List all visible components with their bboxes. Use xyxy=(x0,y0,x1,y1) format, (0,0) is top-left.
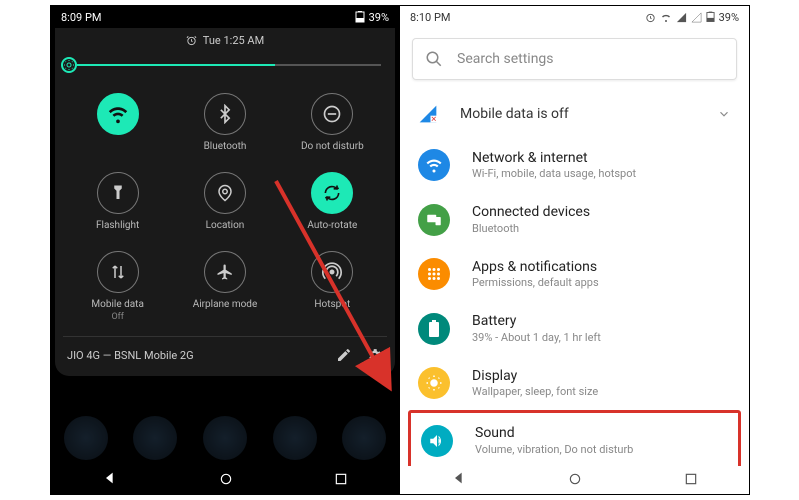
nav-bar xyxy=(400,466,749,494)
status-time: 8:09 PM xyxy=(61,11,101,24)
qs-label: Bluetooth xyxy=(204,141,247,152)
signal-off-icon: ✕ xyxy=(418,104,438,124)
qs-tile-airplane[interactable]: Airplane mode xyxy=(176,251,273,322)
setting-title: Battery xyxy=(472,312,601,330)
nav-home-icon[interactable] xyxy=(219,471,233,490)
search-icon xyxy=(425,50,443,68)
settings-screen: 8:10 PM 39% Search settings ✕ Mobile dat… xyxy=(400,6,749,494)
location-icon xyxy=(204,172,246,214)
status-time: 8:10 PM xyxy=(410,11,450,24)
nav-back-icon[interactable] xyxy=(451,470,467,490)
highlight-annotation: Sound Volume, vibration, Do not disturb xyxy=(408,410,741,470)
svg-text:✕: ✕ xyxy=(431,115,437,124)
autorotate-icon xyxy=(311,172,353,214)
setting-display[interactable]: Display Wallpaper, sleep, font size xyxy=(400,356,749,410)
battery-icon xyxy=(706,11,715,23)
search-input[interactable]: Search settings xyxy=(412,38,737,80)
nav-bar xyxy=(51,466,399,494)
qs-label: Auto-rotate xyxy=(307,220,357,231)
signal-icon xyxy=(676,12,687,23)
setting-sub: Volume, vibration, Do not disturb xyxy=(475,443,633,457)
qs-label: Hotspot xyxy=(314,299,350,310)
qs-tile-dnd[interactable]: Do not disturb xyxy=(284,93,381,152)
setting-network[interactable]: Network & internet Wi-Fi, mobile, data u… xyxy=(400,138,749,192)
wifi-icon xyxy=(97,93,139,135)
status-bar: 8:10 PM 39% xyxy=(400,6,749,28)
qs-tile-wifi[interactable] xyxy=(69,93,166,152)
signal-icon xyxy=(691,12,702,23)
edit-icon[interactable] xyxy=(336,347,352,364)
setting-battery[interactable]: Battery 39% - About 1 day, 1 hr left xyxy=(400,301,749,355)
nav-home-icon[interactable] xyxy=(568,471,582,490)
dock-app-icon[interactable] xyxy=(273,416,317,460)
setting-sub: Wallpaper, sleep, font size xyxy=(472,385,598,399)
quick-settings-screen: 8:09 PM 39% Tue 1:25 AM xyxy=(51,6,400,494)
alarm-icon xyxy=(645,12,656,23)
brightness-slider[interactable] xyxy=(63,57,387,87)
setting-sub: Bluetooth xyxy=(472,222,590,236)
apps-icon xyxy=(418,258,450,290)
status-bar: 8:09 PM 39% xyxy=(51,6,399,28)
setting-connected-devices[interactable]: Connected devices Bluetooth xyxy=(400,192,749,246)
gear-icon[interactable] xyxy=(366,347,383,364)
display-icon xyxy=(418,367,450,399)
alarm-icon xyxy=(186,35,197,46)
dock-app-icon[interactable] xyxy=(203,416,247,460)
qs-label: Do not disturb xyxy=(301,141,364,152)
setting-title: Apps & notifications xyxy=(472,258,599,276)
dnd-icon xyxy=(311,93,353,135)
setting-sub: Permissions, default apps xyxy=(472,276,599,290)
setting-title: Network & internet xyxy=(472,149,636,167)
qs-tile-hotspot[interactable]: Hotspot xyxy=(284,251,381,322)
mobile-data-banner[interactable]: ✕ Mobile data is off xyxy=(400,90,749,138)
dock-app-icon[interactable] xyxy=(133,416,177,460)
qs-tile-bluetooth[interactable]: Bluetooth xyxy=(176,93,273,152)
qs-label: Flashlight xyxy=(96,220,139,231)
bluetooth-icon xyxy=(204,93,246,135)
settings-list: Network & internet Wi-Fi, mobile, data u… xyxy=(400,138,749,494)
status-battery: 39% xyxy=(369,11,389,24)
banner-text: Mobile data is off xyxy=(460,106,569,122)
brightness-thumb[interactable] xyxy=(61,57,77,73)
dock-app-icon[interactable] xyxy=(64,416,108,460)
qs-label: Airplane mode xyxy=(193,299,258,310)
status-battery: 39% xyxy=(719,11,739,24)
sound-icon xyxy=(421,425,453,457)
setting-title: Connected devices xyxy=(472,203,590,221)
dock-app-icon[interactable] xyxy=(342,416,386,460)
qs-label: Mobile data xyxy=(91,299,144,310)
battery-setting-icon xyxy=(418,313,450,345)
search-placeholder: Search settings xyxy=(457,51,554,67)
qs-tile-location[interactable]: Location xyxy=(176,172,273,231)
carrier-label: JIO 4G — BSNL Mobile 2G xyxy=(67,349,194,362)
qs-tile-autorotate[interactable]: Auto-rotate xyxy=(284,172,381,231)
setting-sound[interactable]: Sound Volume, vibration, Do not disturb xyxy=(411,413,738,467)
setting-sub: Wi-Fi, mobile, data usage, hotspot xyxy=(472,167,636,181)
nav-recent-icon[interactable] xyxy=(334,471,348,490)
qs-date[interactable]: Tue 1:25 AM xyxy=(63,34,387,47)
devices-icon xyxy=(418,204,450,236)
hotspot-icon xyxy=(311,251,353,293)
qs-footer: JIO 4G — BSNL Mobile 2G xyxy=(63,336,387,366)
flashlight-icon xyxy=(97,172,139,214)
setting-sub: 39% - About 1 day, 1 hr left xyxy=(472,331,601,345)
qs-tiles: Bluetooth Do not disturb Flashlight xyxy=(63,87,387,336)
qs-tile-flashlight[interactable]: Flashlight xyxy=(69,172,166,231)
airplane-icon xyxy=(204,251,246,293)
wifi-icon xyxy=(660,11,672,23)
nav-recent-icon[interactable] xyxy=(684,471,698,490)
qs-tile-mobiledata[interactable]: Mobile data Off xyxy=(69,251,166,322)
battery-icon xyxy=(355,11,365,23)
mobiledata-icon xyxy=(97,251,139,293)
setting-title: Display xyxy=(472,367,598,385)
quick-settings-panel: Tue 1:25 AM xyxy=(55,28,395,376)
chevron-down-icon xyxy=(717,107,731,121)
qs-sublabel: Off xyxy=(111,312,123,322)
qs-label: Location xyxy=(206,220,245,231)
nav-back-icon[interactable] xyxy=(102,470,118,490)
setting-apps[interactable]: Apps & notifications Permissions, defaul… xyxy=(400,247,749,301)
home-dock xyxy=(51,410,399,466)
setting-title: Sound xyxy=(475,424,633,442)
network-icon xyxy=(418,149,450,181)
